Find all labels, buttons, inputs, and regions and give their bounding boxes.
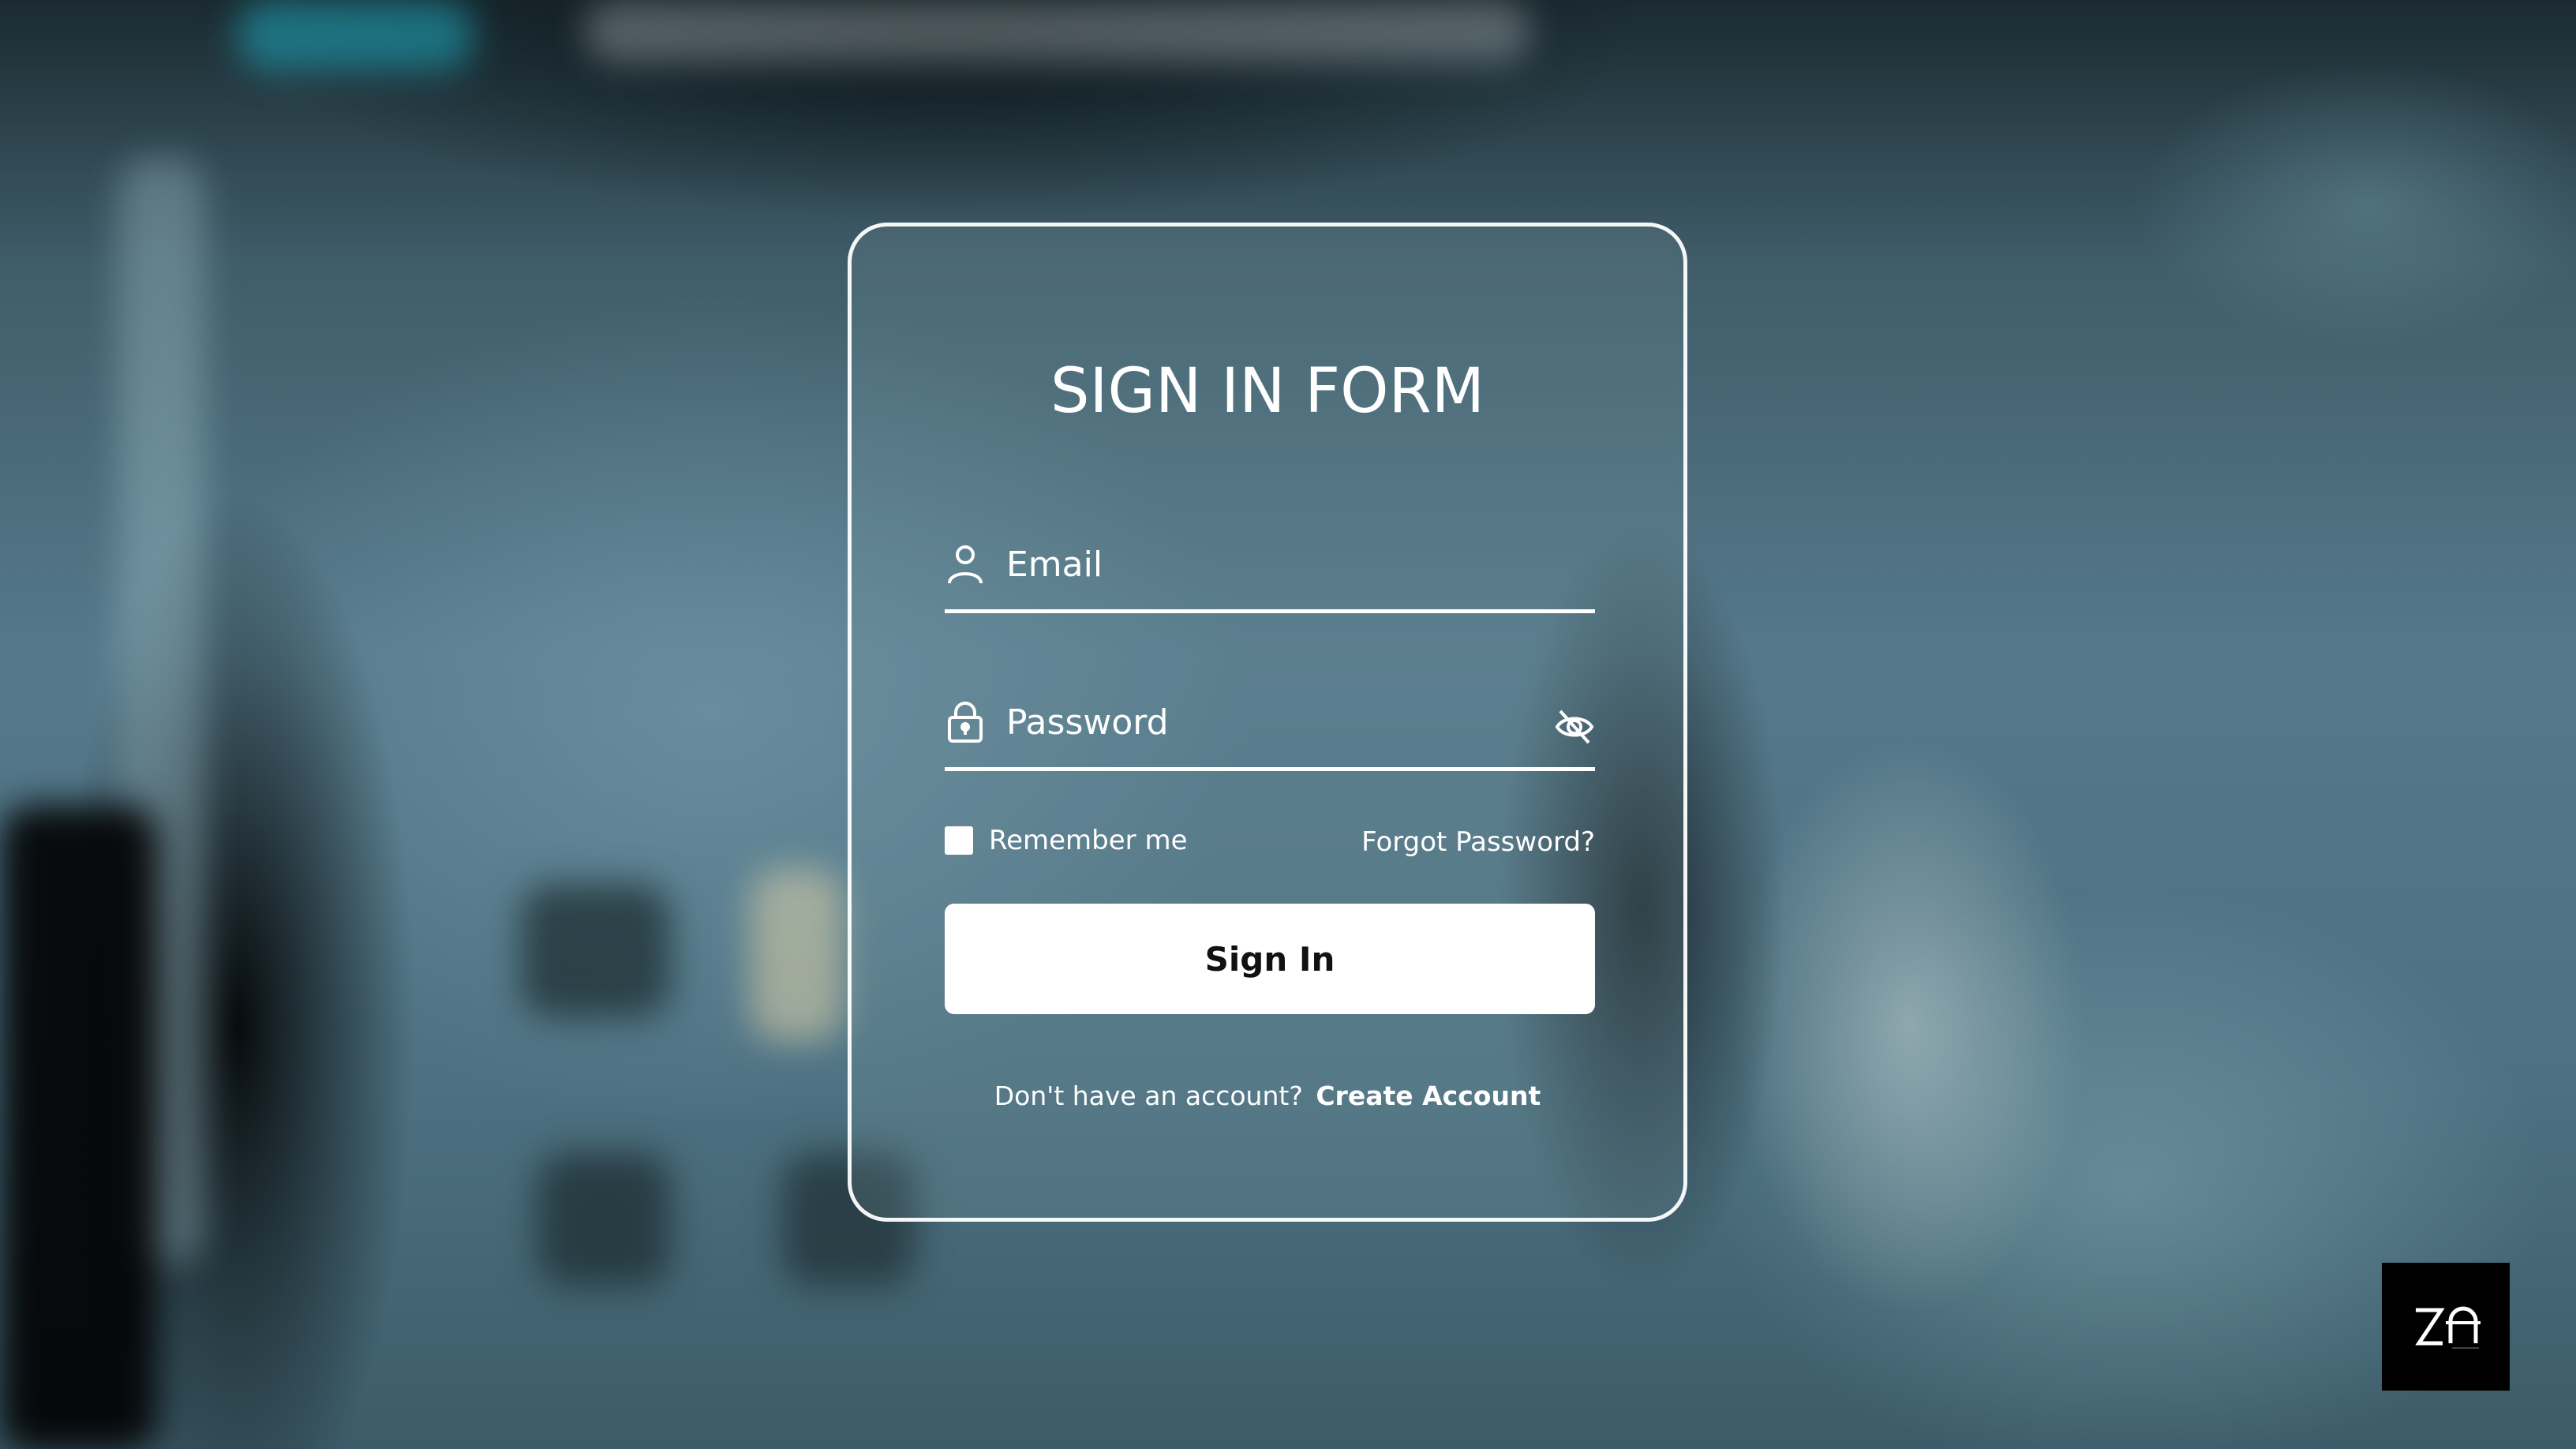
- background-shape: [521, 884, 671, 1018]
- brand-logo: [2382, 1263, 2510, 1391]
- sign-in-card: SIGN IN FORM Email Remember me Forgot Pa…: [848, 223, 1687, 1222]
- background-shape: [750, 868, 844, 1042]
- form-options: Remember me Forgot Password?: [945, 817, 1595, 864]
- form-title: SIGN IN FORM: [1050, 356, 1485, 427]
- password-field: [945, 676, 1595, 771]
- background-shape: [584, 0, 1531, 63]
- create-account-link[interactable]: Create Account: [1316, 1080, 1541, 1111]
- sign-in-button[interactable]: Sign In: [945, 904, 1595, 1014]
- forgot-password-link[interactable]: Forgot Password?: [1361, 826, 1595, 858]
- background-shape: [537, 1152, 671, 1286]
- eye-off-icon[interactable]: [1554, 706, 1595, 747]
- footer-prompt-text: Don't have an account?: [994, 1080, 1303, 1111]
- email-input[interactable]: [1006, 533, 1511, 596]
- create-account-prompt: Don't have an account? Create Account: [852, 1080, 1683, 1111]
- password-input[interactable]: [1006, 691, 1511, 754]
- background-shape: [237, 0, 474, 71]
- remember-me[interactable]: Remember me: [945, 823, 1188, 858]
- za-logo-mark: [2415, 1306, 2481, 1349]
- page: SIGN IN FORM Email Remember me Forgot Pa…: [0, 0, 2576, 1449]
- user-icon: [948, 545, 983, 584]
- background-shape: [0, 805, 158, 1449]
- remember-checkbox[interactable]: [945, 826, 973, 855]
- remember-label: Remember me: [989, 825, 1188, 856]
- email-field: [945, 519, 1595, 613]
- lock-icon: [948, 702, 983, 743]
